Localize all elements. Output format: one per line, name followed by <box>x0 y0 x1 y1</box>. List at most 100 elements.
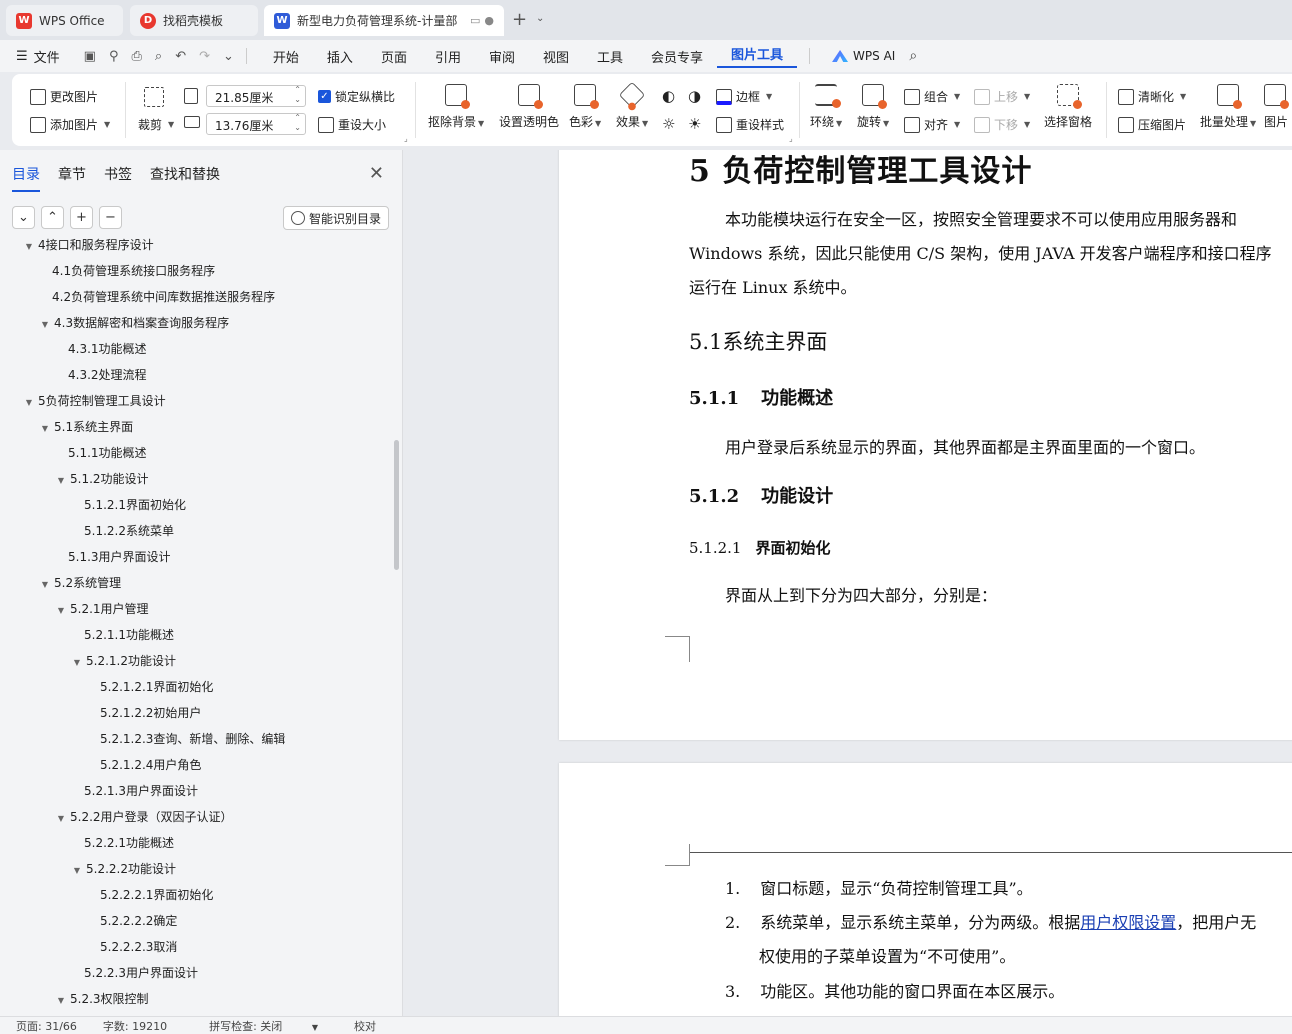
style-dialog-launcher-icon[interactable]: ⌟ <box>789 134 793 143</box>
effects-button[interactable]: 效果 ▼ <box>616 81 648 130</box>
monitor-icon[interactable]: ▭ <box>470 14 480 27</box>
selection-pane-button[interactable]: 选择窗格 <box>1044 84 1092 130</box>
menu-member[interactable]: 会员专享 <box>637 47 717 66</box>
remove-heading-minus-icon[interactable]: − <box>99 206 122 229</box>
increase-contrast-icon[interactable]: ◐ <box>662 87 675 105</box>
tab-daoke-templates[interactable]: D 找稻壳模板 <box>130 5 258 36</box>
compress-picture-button[interactable]: 压缩图片 <box>1118 116 1186 133</box>
decrease-contrast-icon[interactable]: ◑ <box>688 87 701 105</box>
decrease-brightness-icon[interactable]: ☀ <box>688 115 701 133</box>
add-heading-plus-icon[interactable]: + <box>70 206 93 229</box>
word-count[interactable]: 字数: 19210 <box>103 1018 167 1034</box>
toc-item[interactable]: 5.2.1.2.3查询、新增、删除、编辑 <box>0 726 395 752</box>
expand-toggle-icon[interactable]: ▼ <box>70 650 84 676</box>
increase-brightness-icon[interactable]: ☼ <box>662 115 675 133</box>
document-canvas[interactable]: 5 负荷控制管理工具设计 本功能模块运行在安全一区，按照安全管理要求不可以使用应… <box>404 150 1292 1016</box>
tab-list-chevron-icon[interactable]: ⌄ <box>536 13 544 24</box>
align-button[interactable]: 对齐 ▼ <box>904 116 960 133</box>
toc-item[interactable]: 5.2.1.2.4用户角色 <box>0 752 395 778</box>
toc-item[interactable]: ▼ 5.2.1用户管理 <box>0 596 395 622</box>
expand-chevron-down-icon[interactable]: ⌄ <box>12 206 35 229</box>
wps-ai-button[interactable]: WPS AI <box>832 49 895 63</box>
toc-item[interactable]: 5.2.1.3用户界面设计 <box>0 778 395 804</box>
user-permission-link[interactable]: 用户权限设置 <box>1080 913 1176 932</box>
toc-item[interactable]: 4.3.1功能概述 <box>0 336 395 362</box>
toc-item[interactable]: ▼ 5.2系统管理 <box>0 570 395 596</box>
collapse-chevron-up-icon[interactable]: ⌃ <box>41 206 64 229</box>
tab-active-document[interactable]: W 新型电力负荷管理系统-计量部 ▭ ● <box>264 5 504 36</box>
color-button[interactable]: 色彩 ▼ <box>569 84 601 130</box>
toc-item[interactable]: 5.1.3用户界面设计 <box>0 544 395 570</box>
toc-item[interactable]: 5.2.2.2.3取消 <box>0 934 395 960</box>
toc-item[interactable]: ▼ 5.1.2功能设计 <box>0 466 395 492</box>
picture-width-field[interactable]: 21.85厘米 <box>206 85 306 107</box>
toc-item[interactable]: ▼ 5.1系统主界面 <box>0 414 395 440</box>
toc-item[interactable]: ▼ 5.2.2.2功能设计 <box>0 856 395 882</box>
expand-toggle-icon[interactable]: ▼ <box>38 416 52 442</box>
wrap-text-button[interactable]: 环绕 ▼ <box>810 84 842 130</box>
expand-toggle-icon[interactable]: ▼ <box>54 468 68 494</box>
menu-insert[interactable]: 插入 <box>313 47 367 66</box>
toc-item[interactable]: 4.2负荷管理系统中间库数据推送服务程序 <box>0 284 395 310</box>
tab-wps-office[interactable]: W WPS Office <box>6 5 123 36</box>
document-page[interactable]: 1. 窗口标题，显示“负荷控制管理工具”。 2. 系统菜单，显示系统主菜单，分为两级… <box>559 763 1292 1016</box>
toc-item[interactable]: 5.2.2.1功能概述 <box>0 830 395 856</box>
expand-toggle-icon[interactable]: ▼ <box>22 238 36 260</box>
toc-item[interactable]: ▼ 4.3数据解密和档案查询服务程序 <box>0 310 395 336</box>
group-button[interactable]: 组合 ▼ <box>904 88 960 105</box>
proofread-button[interactable]: 校对 <box>354 1018 376 1034</box>
set-transparent-color-button[interactable]: 设置透明色 <box>499 84 559 130</box>
toc-item[interactable]: 4.1负荷管理系统接口服务程序 <box>0 258 395 284</box>
crop-button[interactable]: 裁剪 ▼ <box>138 116 174 133</box>
smart-toc-button[interactable]: 智能识别目录 <box>282 206 389 230</box>
expand-toggle-icon[interactable]: ▼ <box>22 390 36 416</box>
toc-item[interactable]: 5.1.2.1界面初始化 <box>0 492 395 518</box>
search-icon[interactable]: ⌕ <box>909 48 917 64</box>
page-count[interactable]: 页面: 31/66 <box>16 1018 77 1034</box>
nav-tab-sections[interactable]: 章节 <box>58 164 86 192</box>
undo-icon[interactable]: ↶ <box>175 49 186 64</box>
change-picture-button[interactable]: 更改图片 <box>30 88 98 105</box>
new-tab-plus-icon[interactable]: + <box>512 9 527 30</box>
toc-item[interactable]: 5.2.2.2.2确定 <box>0 908 395 934</box>
menu-view[interactable]: 视图 <box>529 47 583 66</box>
menu-page[interactable]: 页面 <box>367 47 421 66</box>
crop-icon-button[interactable] <box>144 87 164 107</box>
toc-item[interactable]: 5.2.1.2.1界面初始化 <box>0 674 395 700</box>
toc-item[interactable]: 5.1.2.2系统菜单 <box>0 518 395 544</box>
expand-toggle-icon[interactable]: ▼ <box>54 598 68 624</box>
lock-aspect-ratio-checkbox[interactable]: ✓ 锁定纵横比 <box>318 88 395 105</box>
toc-item[interactable]: 5.2.1.1功能概述 <box>0 622 395 648</box>
toc-item[interactable]: 5.2.2.2.1界面初始化 <box>0 882 395 908</box>
redo-icon[interactable]: ↷ <box>199 49 210 64</box>
send-backward-button[interactable]: 下移 ▼ <box>974 116 1030 133</box>
reset-style-button[interactable]: 重设样式 <box>716 116 784 133</box>
toc-item[interactable]: 5.2.1.2.2初始用户 <box>0 700 395 726</box>
quick-access-more-icon[interactable]: ⌄ <box>223 49 234 64</box>
nav-tab-bookmarks[interactable]: 书签 <box>104 164 132 192</box>
toc-item[interactable]: 5.2.2.3用户界面设计 <box>0 960 395 986</box>
menu-references[interactable]: 引用 <box>421 47 475 66</box>
toc-item[interactable]: ▼ 5负荷控制管理工具设计 <box>0 388 395 414</box>
batch-process-button[interactable]: 批量处理 ▼ <box>1200 84 1256 130</box>
toc-item[interactable]: ▼ 5.2.3权限控制 <box>0 986 395 1012</box>
menu-tools[interactable]: 工具 <box>583 47 637 66</box>
expand-toggle-icon[interactable]: ▼ <box>70 858 84 884</box>
add-picture-button[interactable]: 添加图片 ▼ <box>30 116 110 133</box>
spell-check-status[interactable]: 拼写检查: 关闭 ▼ <box>193 1018 328 1034</box>
toc-item[interactable]: ▼ 5.2.2用户登录（双因子认证） <box>0 804 395 830</box>
bring-forward-button[interactable]: 上移 ▼ <box>974 88 1030 105</box>
expand-toggle-icon[interactable]: ▼ <box>54 806 68 832</box>
nav-tab-find-replace[interactable]: 查找和替换 <box>150 164 220 192</box>
menu-picture-tools[interactable]: 图片工具 <box>717 44 798 68</box>
document-page[interactable]: 5 负荷控制管理工具设计 本功能模块运行在安全一区，按照安全管理要求不可以使用应… <box>559 150 1292 740</box>
picture-more-button[interactable]: 图片 <box>1264 84 1289 130</box>
print-icon[interactable]: ⎙ <box>132 49 142 64</box>
expand-toggle-icon[interactable]: ▼ <box>54 988 68 1014</box>
toc-item[interactable]: 4.3.2处理流程 <box>0 362 395 388</box>
rotate-button[interactable]: 旋转 ▼ <box>857 84 889 130</box>
reset-size-button[interactable]: 重设大小 <box>318 116 386 133</box>
file-menu-button[interactable]: ☰ 文件 <box>16 47 60 66</box>
expand-toggle-icon[interactable]: ▼ <box>38 312 52 338</box>
size-dialog-launcher-icon[interactable]: ⌟ <box>404 134 408 143</box>
